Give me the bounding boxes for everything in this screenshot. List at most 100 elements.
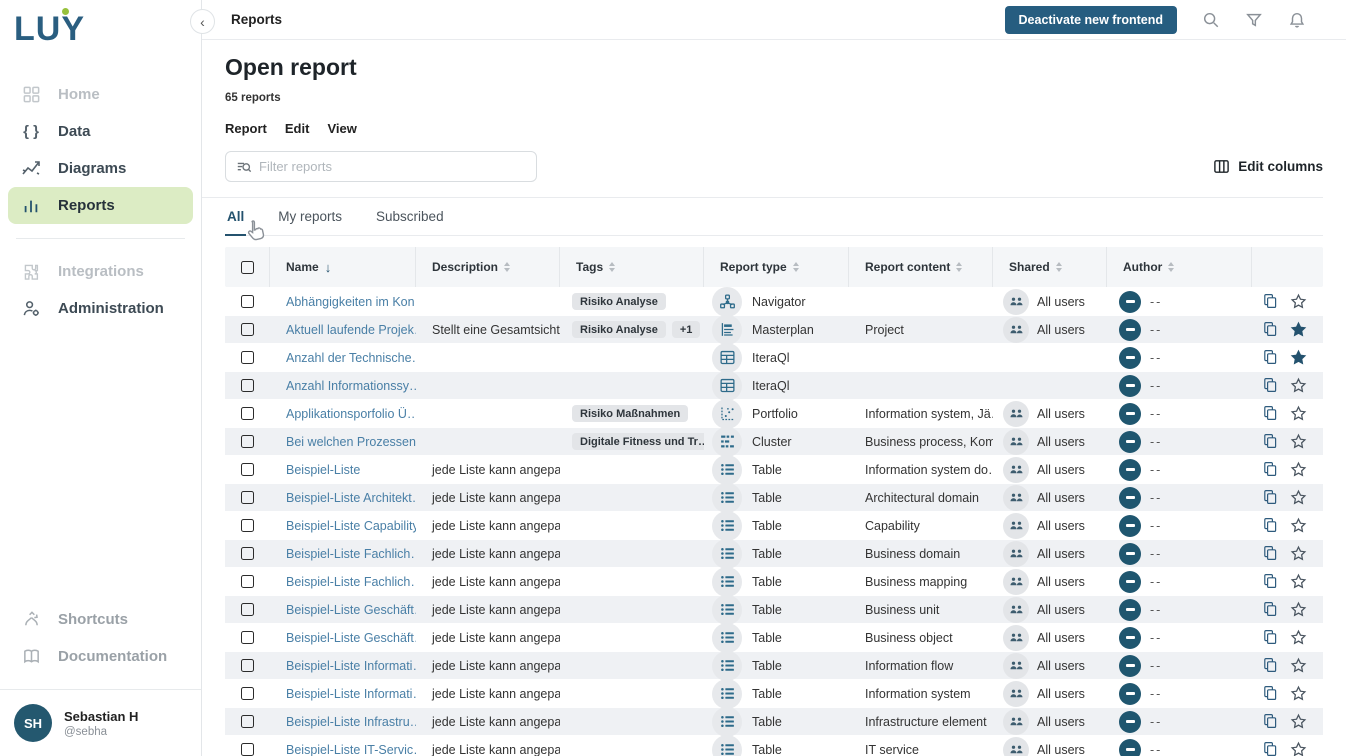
report-name-link[interactable]: Beispiel-Liste IT-Servic…: [286, 743, 416, 756]
filter-reports-input[interactable]: [259, 159, 526, 174]
report-name-link[interactable]: Beispiel-Liste: [286, 463, 360, 477]
report-name-link[interactable]: Bei welchen Prozessen…: [286, 435, 416, 449]
tab-subscribed[interactable]: Subscribed: [374, 209, 446, 235]
copy-icon[interactable]: [1262, 741, 1278, 756]
copy-icon[interactable]: [1262, 293, 1278, 310]
table-row[interactable]: Aktuell laufende Projek…Stellt eine Gesa…: [225, 315, 1323, 343]
star-icon[interactable]: [1290, 685, 1307, 702]
report-name-link[interactable]: Beispiel-Liste Architekt…: [286, 491, 416, 505]
star-icon[interactable]: [1290, 657, 1307, 674]
star-icon[interactable]: [1290, 573, 1307, 590]
row-checkbox[interactable]: [241, 435, 254, 448]
menu-report[interactable]: Report: [225, 121, 267, 136]
copy-icon[interactable]: [1262, 405, 1278, 422]
table-row[interactable]: Beispiel-Liste Capabilityjede Liste kann…: [225, 511, 1323, 539]
menu-edit[interactable]: Edit: [285, 121, 310, 136]
star-filled-icon[interactable]: [1290, 321, 1307, 338]
tag-pill[interactable]: Digitale Fitness und Tr…: [572, 433, 704, 450]
report-name-link[interactable]: Anzahl der Technische…: [286, 351, 416, 365]
copy-icon[interactable]: [1262, 685, 1278, 702]
row-checkbox[interactable]: [241, 323, 254, 336]
row-checkbox[interactable]: [241, 295, 254, 308]
tab-my-reports[interactable]: My reports: [276, 209, 344, 235]
report-name-link[interactable]: Aktuell laufende Projek…: [286, 323, 416, 337]
table-row[interactable]: Beispiel-Liste Architekt…jede Liste kann…: [225, 483, 1323, 511]
table-row[interactable]: Abhängigkeiten im Kon…Risiko AnalyseNavi…: [225, 287, 1323, 315]
filter-icon[interactable]: [1245, 11, 1263, 29]
star-icon[interactable]: [1290, 713, 1307, 730]
table-row[interactable]: Anzahl Informationssy…IteraQl--: [225, 371, 1323, 399]
tag-pill[interactable]: Risiko Analyse: [572, 321, 666, 338]
table-row[interactable]: Beispiel-Liste Informati…jede Liste kann…: [225, 679, 1323, 707]
report-name-link[interactable]: Beispiel-Liste Geschäft…: [286, 631, 416, 645]
star-icon[interactable]: [1290, 293, 1307, 310]
copy-icon[interactable]: [1262, 321, 1278, 338]
tag-more-pill[interactable]: +1: [672, 321, 701, 338]
table-row[interactable]: Applikationsporfolio Ü…Risiko MaßnahmenP…: [225, 399, 1323, 427]
tag-pill[interactable]: Risiko Analyse: [572, 293, 666, 310]
sidebar-item-documentation[interactable]: Documentation: [8, 638, 193, 675]
report-name-link[interactable]: Abhängigkeiten im Kon…: [286, 295, 416, 309]
row-checkbox[interactable]: [241, 379, 254, 392]
sidebar-item-diagrams[interactable]: Diagrams: [8, 150, 193, 187]
row-checkbox[interactable]: [241, 687, 254, 700]
edit-columns-button[interactable]: Edit columns: [1213, 158, 1323, 175]
star-icon[interactable]: [1290, 489, 1307, 506]
menu-view[interactable]: View: [327, 121, 356, 136]
row-checkbox[interactable]: [241, 659, 254, 672]
column-header-report-content[interactable]: Report content: [849, 247, 993, 287]
column-header-shared[interactable]: Shared: [993, 247, 1107, 287]
report-name-link[interactable]: Beispiel-Liste Infrastru…: [286, 715, 416, 729]
table-row[interactable]: Beispiel-Liste Infrastru…jede Liste kann…: [225, 707, 1323, 735]
sidebar-item-integrations[interactable]: Integrations: [8, 253, 193, 290]
sidebar-item-reports[interactable]: Reports: [8, 187, 193, 224]
sidebar-item-shortcuts[interactable]: Shortcuts: [8, 601, 193, 638]
sidebar-item-data[interactable]: { }Data: [8, 113, 193, 150]
copy-icon[interactable]: [1262, 377, 1278, 394]
star-icon[interactable]: [1290, 433, 1307, 450]
copy-icon[interactable]: [1262, 713, 1278, 730]
copy-icon[interactable]: [1262, 601, 1278, 618]
star-icon[interactable]: [1290, 405, 1307, 422]
report-name-link[interactable]: Beispiel-Liste Capability: [286, 519, 416, 533]
star-icon[interactable]: [1290, 545, 1307, 562]
star-icon[interactable]: [1290, 517, 1307, 534]
star-icon[interactable]: [1290, 377, 1307, 394]
column-header-author[interactable]: Author: [1107, 247, 1252, 287]
sidebar-item-administration[interactable]: Administration: [8, 290, 193, 327]
column-header-description[interactable]: Description: [416, 247, 560, 287]
row-checkbox[interactable]: [241, 351, 254, 364]
row-checkbox[interactable]: [241, 463, 254, 476]
star-filled-icon[interactable]: [1290, 349, 1307, 366]
sidebar-item-home[interactable]: Home: [8, 76, 193, 113]
copy-icon[interactable]: [1262, 629, 1278, 646]
table-row[interactable]: Beispiel-Liste Geschäft…jede Liste kann …: [225, 623, 1323, 651]
report-name-link[interactable]: Beispiel-Liste Geschäft…: [286, 603, 416, 617]
star-icon[interactable]: [1290, 741, 1307, 756]
copy-icon[interactable]: [1262, 433, 1278, 450]
row-checkbox[interactable]: [241, 519, 254, 532]
report-name-link[interactable]: Beispiel-Liste Fachlich…: [286, 575, 416, 589]
column-header-name[interactable]: Name↓: [270, 247, 416, 287]
copy-icon[interactable]: [1262, 349, 1278, 366]
tag-pill[interactable]: Risiko Maßnahmen: [572, 405, 688, 422]
row-checkbox[interactable]: [241, 547, 254, 560]
copy-icon[interactable]: [1262, 573, 1278, 590]
row-checkbox[interactable]: [241, 743, 254, 756]
copy-icon[interactable]: [1262, 517, 1278, 534]
copy-icon[interactable]: [1262, 657, 1278, 674]
table-row[interactable]: Beispiel-Liste Geschäft…jede Liste kann …: [225, 595, 1323, 623]
copy-icon[interactable]: [1262, 545, 1278, 562]
tab-all[interactable]: All: [225, 209, 246, 236]
star-icon[interactable]: [1290, 601, 1307, 618]
report-name-link[interactable]: Beispiel-Liste Informati…: [286, 687, 416, 701]
star-icon[interactable]: [1290, 629, 1307, 646]
table-row[interactable]: Beispiel-Liste Fachlich…jede Liste kann …: [225, 567, 1323, 595]
deactivate-new-frontend-button[interactable]: Deactivate new frontend: [1005, 6, 1177, 34]
star-icon[interactable]: [1290, 461, 1307, 478]
row-checkbox[interactable]: [241, 631, 254, 644]
copy-icon[interactable]: [1262, 489, 1278, 506]
search-icon[interactable]: [1202, 11, 1220, 29]
row-checkbox[interactable]: [241, 407, 254, 420]
column-header-report-type[interactable]: Report type: [704, 247, 849, 287]
